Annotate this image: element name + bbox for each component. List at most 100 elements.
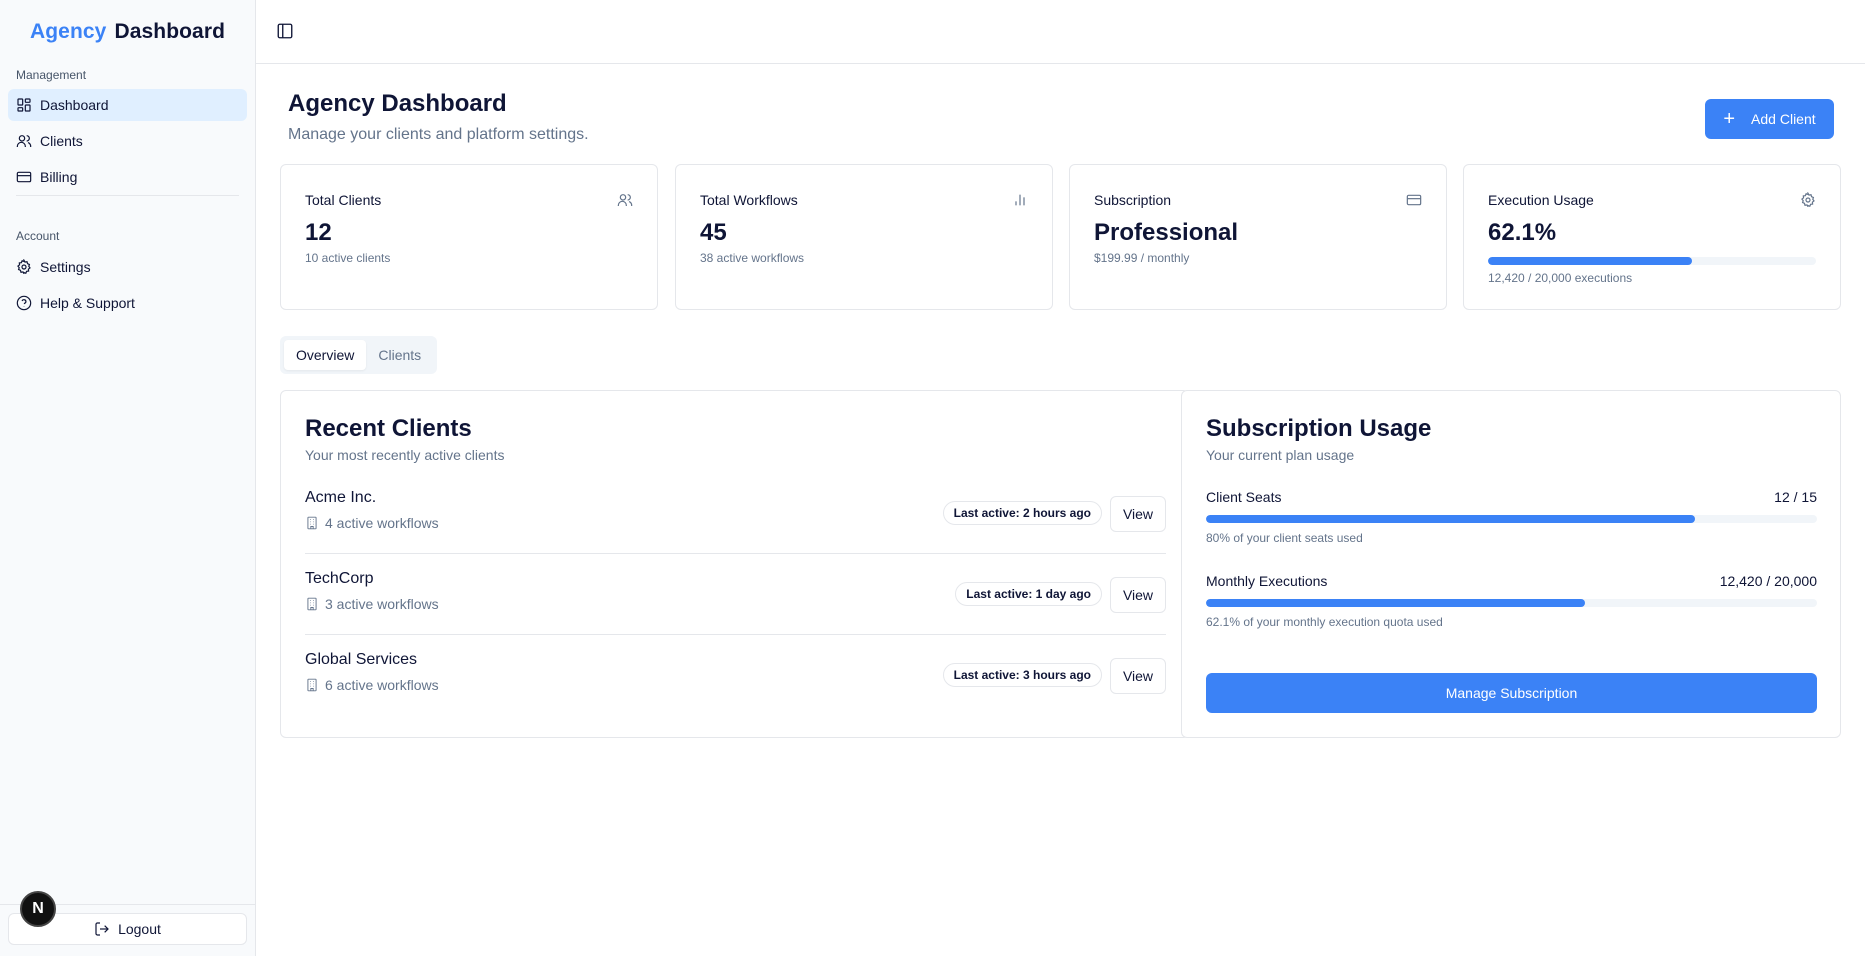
sidebar-item-label: Clients xyxy=(40,133,83,149)
client-row: Global Services 6 active workflows Last … xyxy=(305,651,1166,732)
usage-label: Client Seats xyxy=(1206,489,1282,505)
usage-progress-bar xyxy=(1206,515,1817,523)
view-client-button[interactable]: View xyxy=(1110,658,1166,694)
users-icon xyxy=(16,133,32,149)
account-nav: Settings Help & Support xyxy=(0,251,255,319)
view-client-button[interactable]: View xyxy=(1110,577,1166,613)
sidebar-item-dashboard[interactable]: Dashboard xyxy=(8,89,247,121)
sidebar-divider xyxy=(16,195,239,196)
account-section-label: Account xyxy=(16,229,60,243)
stat-card-execution-usage: Execution Usage 62.1% 12,420 / 20,000 ex… xyxy=(1463,164,1841,310)
stat-value: Professional xyxy=(1094,219,1239,246)
stat-sub: 38 active workflows xyxy=(700,251,805,265)
credit-card-icon xyxy=(16,169,32,185)
usage-note: 80% of your client seats used xyxy=(1206,531,1363,545)
sidebar-item-settings[interactable]: Settings xyxy=(8,251,247,283)
tab-overview[interactable]: Overview xyxy=(284,340,367,370)
users-icon xyxy=(617,192,633,208)
view-client-button[interactable]: View xyxy=(1110,496,1166,532)
client-workflows: 6 active workflows xyxy=(305,677,439,693)
panel-left-icon xyxy=(277,23,293,39)
sidebar-item-billing[interactable]: Billing xyxy=(8,161,247,193)
gear-icon xyxy=(16,259,32,275)
subscription-usage-title: Subscription Usage xyxy=(1206,415,1432,442)
sidebar-item-label: Help & Support xyxy=(40,295,135,311)
stat-sub: 10 active clients xyxy=(305,251,391,265)
last-active-badge: Last active: 3 hours ago xyxy=(942,663,1102,687)
add-client-button[interactable]: + Add Client xyxy=(1705,99,1834,139)
client-name: Acme Inc. xyxy=(305,489,377,506)
stat-title: Total Workflows xyxy=(700,192,798,208)
progress-fill xyxy=(1206,515,1695,523)
sidebar-item-label: Billing xyxy=(40,169,78,185)
management-section-label: Management xyxy=(16,68,87,82)
client-name: TechCorp xyxy=(305,570,374,587)
manage-subscription-button[interactable]: Manage Subscription xyxy=(1206,673,1817,713)
tab-clients[interactable]: Clients xyxy=(366,340,433,370)
brand-logo: Agency Dashboard xyxy=(0,0,255,64)
add-client-label: Add Client xyxy=(1751,111,1816,127)
plus-icon: + xyxy=(1723,108,1736,130)
row-separator xyxy=(305,634,1166,635)
sidebar-item-help-support[interactable]: Help & Support xyxy=(8,287,247,319)
client-workflows-text: 3 active workflows xyxy=(325,596,439,612)
stat-sub: 12,420 / 20,000 executions xyxy=(1488,271,1633,285)
stat-value: 12 xyxy=(305,219,332,246)
stat-value: 62.1% xyxy=(1488,219,1557,246)
sidebar-item-label: Dashboard xyxy=(40,97,109,113)
stat-title: Total Clients xyxy=(305,192,382,208)
client-name: Global Services xyxy=(305,651,418,668)
dev-tools-badge[interactable]: N xyxy=(20,891,56,927)
recent-clients-title: Recent Clients xyxy=(305,415,472,442)
sidebar-item-label: Settings xyxy=(40,259,91,275)
usage-value: 12,420 / 20,000 xyxy=(1719,573,1817,589)
logout-label: Logout xyxy=(118,921,161,937)
subscription-usage-panel: Subscription Usage Your current plan usa… xyxy=(1181,390,1841,738)
client-row: TechCorp 3 active workflows Last active:… xyxy=(305,570,1166,651)
progress-fill xyxy=(1206,599,1586,607)
logout-icon xyxy=(95,922,109,936)
brand-part1: Agency xyxy=(29,20,107,43)
stat-value: 45 xyxy=(700,219,727,246)
client-workflows: 4 active workflows xyxy=(305,515,439,531)
usage-label: Monthly Executions xyxy=(1206,573,1328,589)
progress-fill xyxy=(1488,257,1692,265)
client-row: Acme Inc. 4 active workflows Last active… xyxy=(305,489,1166,570)
management-nav: Dashboard Clients Billing xyxy=(0,89,255,193)
building-icon xyxy=(307,597,317,611)
sidebar-footer: Logout N xyxy=(0,891,256,956)
sidebar-toggle-button[interactable] xyxy=(276,22,294,40)
page-title: Agency Dashboard xyxy=(288,90,507,117)
sidebar-item-clients[interactable]: Clients xyxy=(8,125,247,157)
sidebar: Agency Dashboard Management Dashboard Cl… xyxy=(0,0,256,956)
stat-title: Subscription xyxy=(1094,192,1172,208)
help-circle-icon xyxy=(16,295,32,311)
stat-card-total-workflows: Total Workflows 45 38 active workflows xyxy=(675,164,1053,310)
usage-note: 62.1% of your monthly execution quota us… xyxy=(1206,615,1443,629)
client-workflows-text: 6 active workflows xyxy=(325,677,439,693)
stat-title: Execution Usage xyxy=(1488,192,1594,208)
last-active-badge: Last active: 1 day ago xyxy=(955,582,1102,606)
page-subtitle: Manage your clients and platform setting… xyxy=(288,126,589,143)
row-separator xyxy=(305,553,1166,554)
execution-progress-bar xyxy=(1488,257,1816,265)
bar-chart-icon xyxy=(1012,192,1028,208)
client-workflows-text: 4 active workflows xyxy=(325,515,439,531)
credit-card-icon xyxy=(1406,192,1422,208)
recent-clients-panel: Recent Clients Your most recently active… xyxy=(280,390,1189,738)
layout-dashboard-icon xyxy=(16,97,32,113)
last-active-badge: Last active: 2 hours ago xyxy=(942,501,1102,525)
brand-part2: Dashboard xyxy=(114,20,226,43)
building-icon xyxy=(307,678,317,692)
subscription-usage-subtitle: Your current plan usage xyxy=(1206,447,1355,463)
tab-list: Overview Clients xyxy=(280,336,437,374)
usage-value: 12 / 15 xyxy=(1774,489,1817,505)
usage-progress-bar xyxy=(1206,599,1817,607)
building-icon xyxy=(307,516,317,530)
gear-icon xyxy=(1800,191,1816,208)
stats-cards: Total Clients 12 10 active clients Total… xyxy=(280,164,1842,311)
client-workflows: 3 active workflows xyxy=(305,596,439,612)
stat-sub: $199.99 / monthly xyxy=(1094,251,1190,265)
topbar xyxy=(256,0,1865,64)
stat-card-subscription: Subscription Professional $199.99 / mont… xyxy=(1069,164,1447,310)
